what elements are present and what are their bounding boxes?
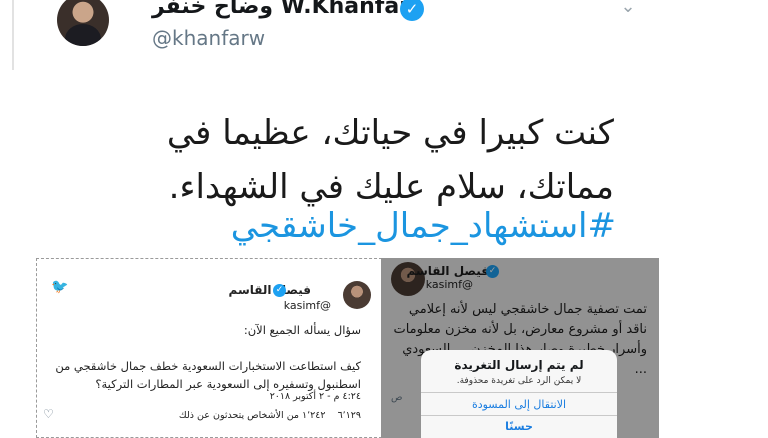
tweet-text: كنت كبيرا في حياتك، عظيما في مماتك، سلام… xyxy=(166,113,614,207)
author-handle[interactable]: @khanfarw xyxy=(152,26,265,50)
author-display-name[interactable]: وضاح خنفر W.Khanfar xyxy=(152,0,422,24)
talking-about-count: ١٬٢٤٢ من الأشخاص يتحدثون عن ذلك xyxy=(178,410,326,421)
ok-button[interactable]: حسنًا xyxy=(421,420,617,433)
verified-badge-icon: ✓ xyxy=(273,284,286,297)
embedded-author-name: فيصل القاسم xyxy=(228,283,311,297)
divider xyxy=(12,0,14,70)
dialog-message: لا يمكن الرد على تغريدة محذوفة. xyxy=(456,376,582,386)
like-count: ٦٬١٢٩ xyxy=(337,410,361,421)
hashtag-link[interactable]: #استشهاد_جمال_خاشقجي xyxy=(231,206,616,246)
go-to-drafts-button[interactable]: الانتقال إلى المسودة xyxy=(421,398,617,411)
avatar xyxy=(343,281,371,309)
divider xyxy=(421,415,617,416)
twitter-bird-icon: 🐦 xyxy=(51,279,69,295)
error-dialog: لم يتم إرسال التغريدة لا يمكن الرد على ت… xyxy=(421,350,617,438)
embedded-author-handle: @kasimf xyxy=(283,299,331,312)
heart-icon: ♡ xyxy=(43,407,54,421)
embedded-tweet-screenshot-left: 🐦 فيصل القاسم ✓ @kasimf سؤال يسأله الجمي… xyxy=(36,258,382,438)
embedded-tweet-screenshot-right: فيصل القاسم ✓ @kasimf تمت تصفية جمال خاش… xyxy=(381,258,659,438)
author-avatar[interactable] xyxy=(57,0,109,46)
embedded-tweet-question: سؤال يسأله الجميع الآن: xyxy=(243,323,361,337)
dialog-title: لم يتم إرسال التغريدة xyxy=(454,358,584,372)
divider xyxy=(421,392,617,393)
chevron-down-icon[interactable]: ⌄ xyxy=(616,0,640,20)
embedded-tweet-body: كيف استطاعت الاستخبارات السعودية خطف جما… xyxy=(55,359,361,391)
embedded-tweet-stats: ٦٬١٢٩ ١٬٢٤٢ من الأشخاص يتحدثون عن ذلك xyxy=(179,410,361,421)
embedded-tweet-time: ٤:٢٤ م - ٢ أكتوبر ٢٠١٨ xyxy=(269,391,361,402)
